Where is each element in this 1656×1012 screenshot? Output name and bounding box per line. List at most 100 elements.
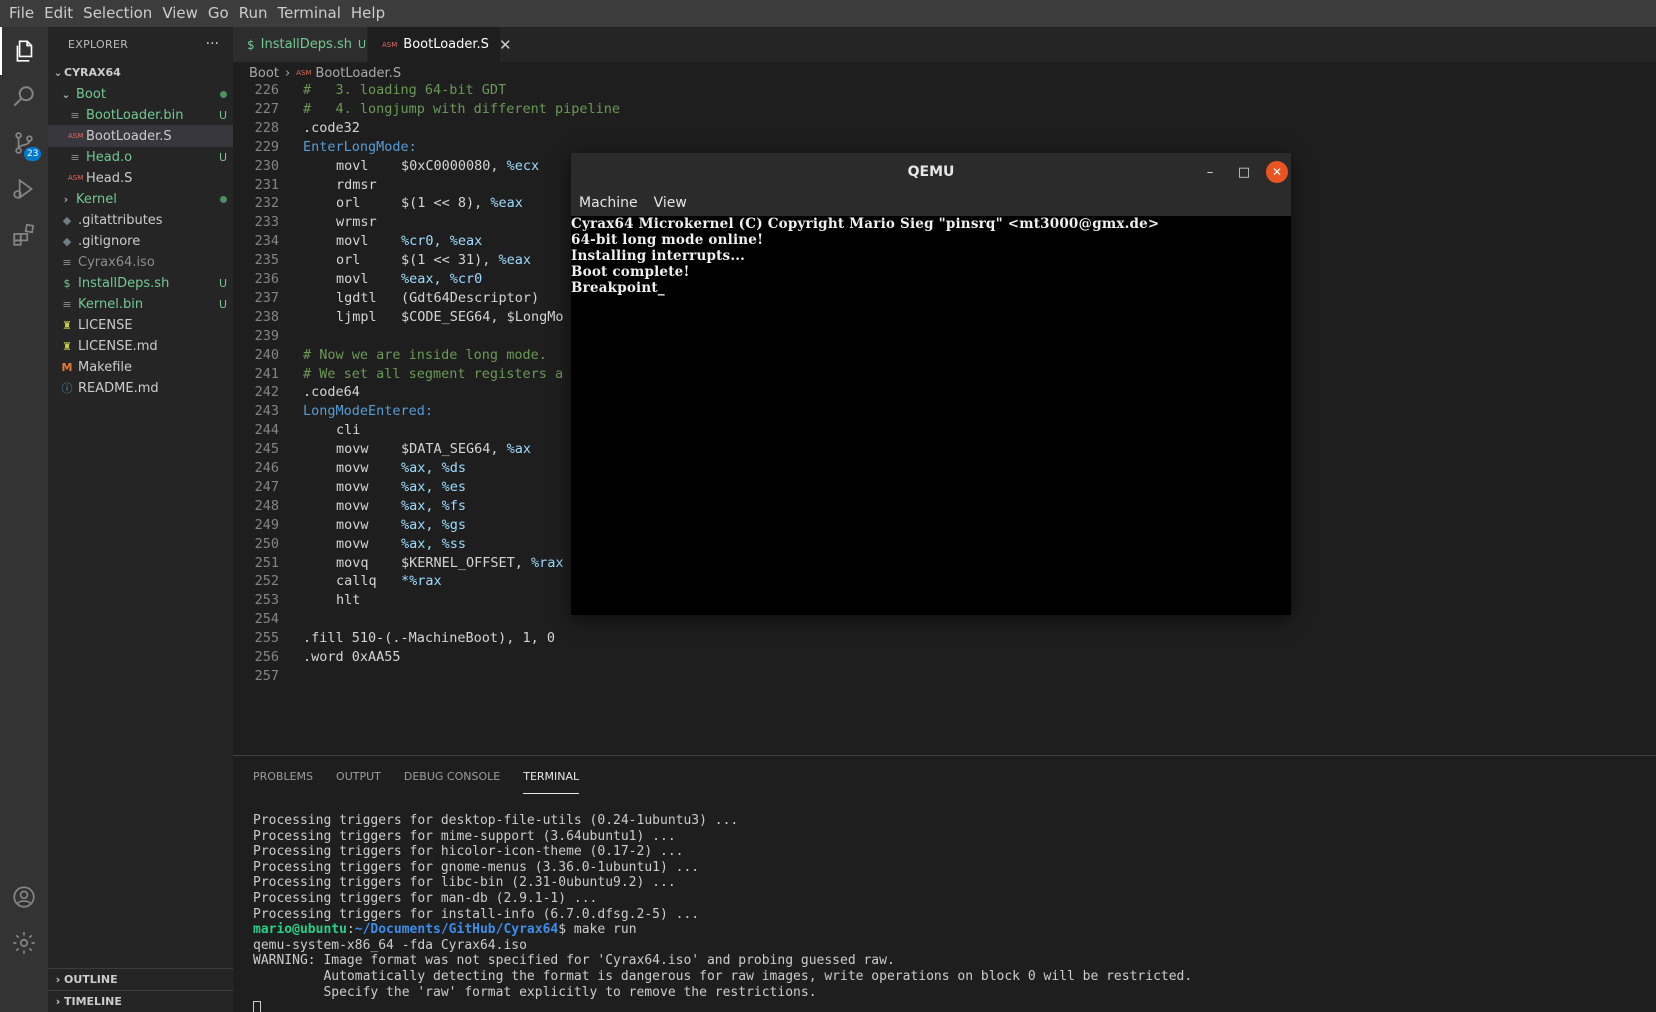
git-status-untracked: U [357,38,367,51]
close-icon[interactable]: ✕ [499,36,512,54]
outline-section[interactable]: › OUTLINE [48,968,233,990]
explorer-icon[interactable] [0,27,48,75]
opcode: movl [336,233,369,250]
qemu-menu-bar: Machine View [571,190,1291,216]
opcode: movw [336,535,369,552]
code-text: movl %eax, %cr0 [279,270,482,289]
opcode: lgdtl [336,289,377,306]
code-text: orl $(1 << 31), %eax [279,251,531,270]
file-item[interactable]: ♜ LICENSE.md [48,335,233,357]
line-number: 254 [254,611,279,628]
opcode: orl [336,252,361,269]
terminal-cursor[interactable] [253,1001,261,1012]
file-item[interactable]: ASM BootLoader.S [48,125,233,147]
menu-edit[interactable]: Edit [39,0,78,27]
breadcrumb-file[interactable]: BootLoader.S [315,66,401,81]
opcode: cli [336,422,361,439]
account-icon[interactable] [0,873,48,921]
register-operand: %eax, %cr0 [401,271,483,287]
tree-item-label: .gitignore [78,233,141,249]
folder-item[interactable]: › Kernel [48,188,233,210]
explorer-sidebar: EXPLORER ··· ⌄ CYRAX64 ⌄ Boot ≡ BootLoader.… [48,27,233,1012]
file-item[interactable]: ≡ Cyrax64.iso [48,251,233,273]
file-item[interactable]: ≡ Head.o U [48,146,233,168]
maximize-button[interactable]: □ [1233,161,1255,183]
search-icon[interactable] [0,73,48,121]
line-number: 257 [254,667,279,684]
breadcrumb-folder[interactable]: Boot [249,66,279,81]
chevron-down-icon: ⌄ [61,87,71,101]
panel-tab-terminal[interactable]: TERMINAL [523,764,580,794]
panel-tab-problems[interactable]: PROBLEMS [253,764,313,794]
line-number: 233 [254,214,279,231]
tab-installdeps-sh[interactable]: $ InstallDeps.sh U [233,27,368,62]
qemu-output-line: Breakpoint_ [571,280,665,296]
workspace-root-label: CYRAX64 [64,65,121,79]
extensions-icon[interactable] [0,211,48,259]
tree-item-label: Kernel.bin [78,296,144,312]
qemu-screen[interactable]: Cyrax64 Microkernel (C) Copyright Mario … [571,216,1291,615]
code-text: movw %ax, %ds [279,459,466,478]
register-operand: %rax [531,554,564,571]
close-button[interactable]: ✕ [1266,161,1288,183]
qemu-menu-machine[interactable]: Machine [579,195,638,211]
opcode: rdmsr [336,176,377,193]
editor-tab-bar: $ InstallDeps.sh U ASM BootLoader.S ✕ [233,27,1656,62]
file-item[interactable]: $ InstallDeps.sh U [48,272,233,294]
code-text: ljmpl $CODE_SEG64, $LongMo [279,308,564,327]
menu-help[interactable]: Help [346,0,390,27]
file-item[interactable]: M Makefile [48,356,233,378]
more-actions-icon[interactable]: ··· [206,36,219,52]
tree-item-label: Kernel [76,191,117,207]
code-text: .code64 [279,383,360,402]
qemu-titlebar[interactable]: QEMU – □ ✕ [571,153,1291,190]
source-control-icon[interactable]: 23 [0,119,48,167]
register-operand: %ax [506,441,532,458]
terminal-line: Automatically detecting the format is da… [253,969,1193,984]
tab-bootloader-s[interactable]: ASM BootLoader.S ✕ [368,27,512,62]
minimize-button[interactable]: – [1199,161,1221,183]
terminal-line: Processing triggers for libc-bin (2.31-0… [253,875,676,891]
breadcrumb: Boot › ASM BootLoader.S [233,62,1656,84]
line-number: 227 [254,100,279,117]
menu-view[interactable]: View [157,0,203,27]
menu-terminal[interactable]: Terminal [273,0,346,27]
operand: $CODE_SEG64, $LongMo [401,308,564,325]
code-comment: # 3. loading 64-bit GDT [303,84,507,98]
timeline-section[interactable]: › TIMELINE [48,990,233,1012]
line-number: 256 [254,649,279,665]
tab-label: BootLoader.S [403,37,489,52]
menu-run[interactable]: Run [234,0,273,27]
tree-item-label: Head.o [86,149,133,165]
menu-go[interactable]: Go [203,0,234,27]
run-debug-icon[interactable] [0,165,48,213]
file-item[interactable]: ◆ .gitignore [48,230,233,252]
line-number: 249 [254,516,279,533]
workspace-root[interactable]: ⌄ CYRAX64 [48,61,233,83]
code-text: movw %ax, %es [279,478,466,497]
menu-file[interactable]: File [4,0,39,27]
line-number: 237 [254,289,279,306]
panel-tab-debug-console[interactable]: DEBUG CONSOLE [404,764,500,794]
file-type-icon: ◆ [62,213,72,227]
qemu-menu-view[interactable]: View [654,195,687,211]
line-number: 229 [254,138,279,155]
menu-selection[interactable]: Selection [78,0,157,27]
code-text: EnterLongMode: [279,138,417,157]
panel-tab-output[interactable]: OUTPUT [336,764,381,794]
file-item[interactable]: ≡ Kernel.bin U [48,293,233,315]
tree-item-label: Boot [76,86,106,102]
git-status-untracked: U [218,297,228,311]
folder-item[interactable]: ⌄ Boot [48,83,233,105]
file-item[interactable]: ♜ LICENSE [48,314,233,336]
line-number: 239 [254,327,279,344]
settings-gear-icon[interactable] [0,919,48,967]
file-item[interactable]: ≡ BootLoader.bin U [48,104,233,126]
code-comment: # Now we are inside long mode. [303,346,547,363]
file-item[interactable]: ⓘ README.md [48,377,233,399]
file-item[interactable]: ASM Head.S [48,167,233,189]
register-operand: %ax, %fs [401,497,467,514]
opcode: movw [336,516,369,533]
opcode: callq [336,573,377,590]
file-item[interactable]: ◆ .gitattributes [48,209,233,231]
